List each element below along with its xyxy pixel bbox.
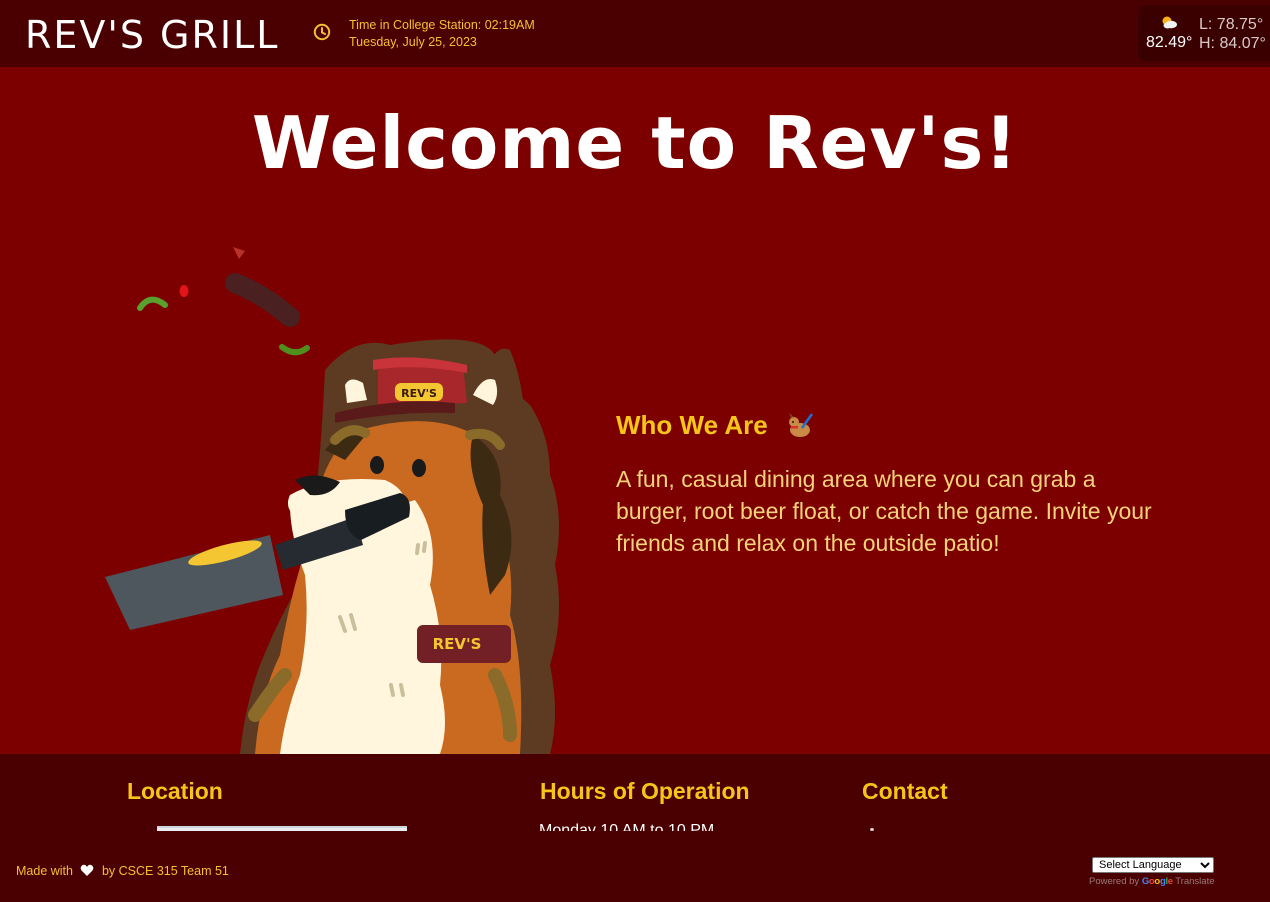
location-heading: Location — [127, 778, 223, 804]
made-with-suffix: by CSCE 315 Team 51 — [101, 864, 229, 878]
location-map[interactable] — [157, 826, 407, 831]
google-logo-icon: Google — [1141, 876, 1173, 887]
partly-cloudy-icon — [1162, 16, 1177, 29]
top-navbar: REV'S GRILL Time in College Station: 02:… — [0, 0, 1270, 67]
time-line: Time in College Station: 02:19AM — [349, 18, 535, 32]
date-line: Tuesday, July 25, 2023 — [349, 35, 477, 49]
hours-heading: Hours of Operation — [540, 778, 750, 804]
welcome-title: Welcome to Rev's! — [251, 101, 1019, 185]
weather-widget: 82.49° L: 78.75° H: 84.07° — [1138, 5, 1270, 61]
who-we-are-heading: Who We Are — [616, 410, 768, 440]
current-temperature: 82.49° — [1146, 34, 1193, 51]
heart-icon — [81, 864, 94, 876]
site-footer: Location Hours of Operation Monday 10 AM… — [0, 754, 1270, 902]
reveille-chef-mascot-illustration: REV'S REV'S — [105, 247, 559, 754]
powered-by-label: Powered by — [1089, 876, 1140, 887]
google-translate-language-select[interactable]: Select Language — [1092, 857, 1214, 873]
apron-label: REV'S — [433, 635, 482, 653]
high-temperature: H: 84.07° — [1199, 35, 1266, 52]
contact-list-bullet — [870, 828, 874, 831]
cap-label: REV'S — [401, 387, 437, 400]
made-with-prefix: Made with — [16, 864, 73, 878]
who-we-are-description: A fun, casual dining area where you can … — [616, 466, 1152, 556]
translate-label: Translate — [1175, 876, 1215, 887]
hours-first-line: Monday 10 AM to 10 PM — [539, 822, 715, 831]
dog-with-leash-emoji — [789, 413, 814, 437]
contact-heading: Contact — [862, 778, 948, 804]
made-with-credit: Made with by CSCE 315 Team 51 — [16, 864, 229, 878]
local-time-display: Time in College Station: 02:19AM Tuesday… — [349, 17, 535, 51]
powered-by-google-translate[interactable]: Powered by Google Translate — [1089, 876, 1215, 887]
low-temperature: L: 78.75° — [1199, 16, 1264, 33]
brand-logo-text[interactable]: REV'S GRILL — [25, 12, 279, 58]
clock-icon — [313, 23, 331, 41]
